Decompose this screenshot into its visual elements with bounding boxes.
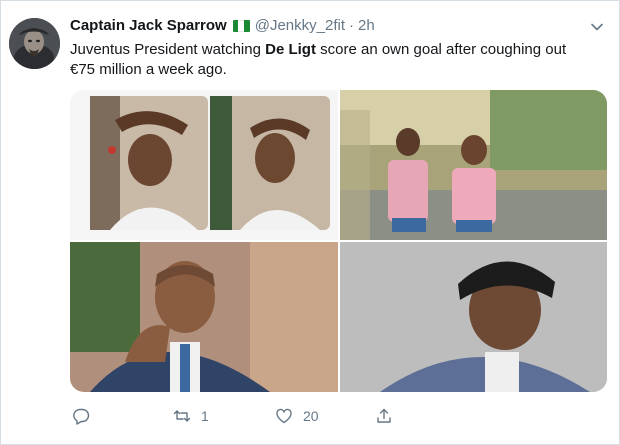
separator-dot: ·	[349, 17, 354, 34]
tweet-text-part1: Juventus President watching	[70, 41, 266, 58]
tweet-header: Captain Jack Sparrow @Jenkky_2fit · 2h	[70, 17, 375, 34]
retweet-icon	[173, 407, 191, 425]
tweet-actions: 1 20	[70, 407, 400, 429]
tweet-text-mention-bold: De Ligt	[265, 41, 316, 58]
retweet-button[interactable]: 1	[173, 407, 209, 425]
reply-icon	[72, 407, 90, 425]
chevron-down-icon[interactable]	[590, 20, 604, 34]
media-grid	[70, 90, 607, 392]
share-icon	[375, 407, 393, 425]
nigeria-flag-icon	[232, 19, 250, 32]
retweet-count: 1	[201, 408, 209, 424]
like-button[interactable]: 20	[275, 407, 319, 425]
avatar[interactable]	[9, 18, 60, 69]
tweet-text: Juventus President watching De Ligt scor…	[70, 40, 590, 80]
like-count: 20	[303, 408, 319, 424]
media-image-2[interactable]	[340, 90, 607, 240]
share-button[interactable]	[375, 407, 393, 425]
media-image-3[interactable]	[70, 242, 338, 392]
author-display-name[interactable]: Captain Jack Sparrow	[70, 17, 227, 34]
author-handle[interactable]: @Jenkky_2fit	[255, 17, 345, 34]
media-image-4[interactable]	[340, 242, 607, 392]
avatar-portrait-image	[9, 18, 60, 69]
tweet-timestamp[interactable]: 2h	[358, 17, 375, 34]
heart-icon	[275, 407, 293, 425]
media-image-1[interactable]	[70, 90, 338, 240]
reply-button[interactable]	[72, 407, 100, 425]
